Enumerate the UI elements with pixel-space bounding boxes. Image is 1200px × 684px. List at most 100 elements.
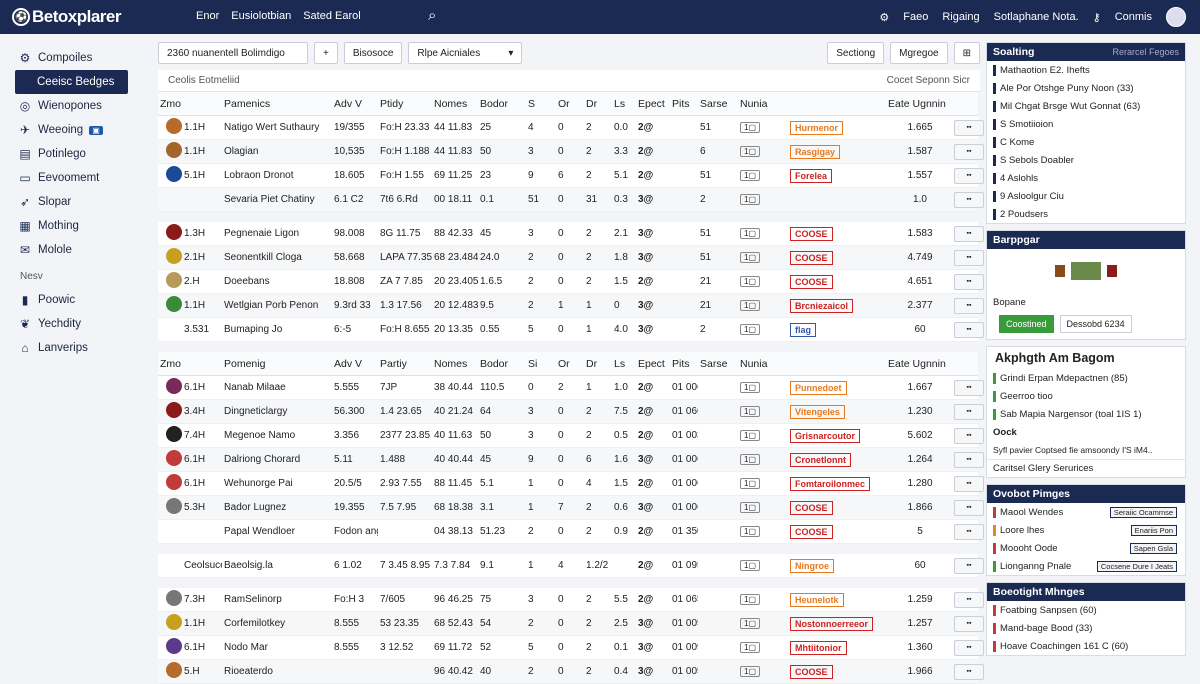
top-nav-item[interactable]: Sated Earol [303,10,360,22]
header-cell[interactable]: Pits [670,98,698,110]
grid-icon[interactable]: ⊞ [953,42,980,64]
type-dropdown[interactable]: Rlpe Aicniales ▾ [408,42,523,64]
row-action-button[interactable]: ▪▪ [954,119,984,136]
cell-team[interactable]: Doeebans [222,276,332,287]
table-row[interactable]: 5.3H Bador Lugnez 19.355 7.5 7.95 68 18.38 3.… [158,496,984,520]
subbar-right[interactable]: Cocet Seponn Sicr [887,75,970,86]
row-action-button[interactable]: ▪▪ [954,321,984,338]
row-action-button[interactable]: ▪▪ [954,167,984,184]
table-row[interactable]: 6.1H Wehunorge Pai 20.5/5 2.93 7.55 88 11.45… [158,472,984,496]
table-row[interactable]: 1.1H Corfemilotkey 8.555 53 23.35 68 52.43 54… [158,612,984,636]
cell-team[interactable]: Dalriong Chorard [222,454,332,465]
row-action-button[interactable]: ▪▪ [954,639,984,656]
header-cell[interactable]: Zmo [158,358,182,370]
row-action-button[interactable]: ▪▪ [954,143,984,160]
cell-team[interactable]: RamSelinorp [222,594,332,605]
table-icon[interactable]: 1▢ [740,170,761,181]
standings-item[interactable]: S Smotiioion [987,115,1185,133]
cell-team[interactable]: Pegnenaie Ligon [222,228,332,239]
cell-team[interactable]: Natigo Wert Suthaury [222,122,332,133]
gear-icon[interactable]: ⚙ [879,11,889,24]
top-link[interactable]: Conmis [1115,11,1152,23]
table-row[interactable]: 1.1H Natigo Wert Suthaury 19/355 Fo:H 23.33… [158,116,984,140]
cell-team[interactable]: Wehunorge Pai [222,478,332,489]
sidebar-item[interactable]: ▦ Mothing [0,214,152,238]
header-cell[interactable]: Nomes [432,358,478,370]
change-item[interactable]: Mand-bage Bood (33) [987,619,1185,637]
top-nav-item[interactable]: Enor [196,10,219,22]
sidebar-item[interactable]: ✈ Weeoing ▣ [0,118,152,142]
top-link[interactable]: Faeo [903,11,928,23]
header-cell[interactable]: Epect [636,358,670,370]
row-action-button[interactable]: ▪▪ [954,403,984,420]
sidebar-item[interactable]: ✉ Molole [0,238,152,262]
alert-item[interactable]: Sab Mapia Nargensor (toal 1IS 1) [987,405,1185,423]
top-link[interactable]: Rigaing [942,11,979,23]
key-icon[interactable]: ⚷ [1093,11,1101,24]
row-action-button[interactable]: ▪▪ [954,225,984,242]
row-action-button[interactable]: ▪▪ [954,191,984,208]
alert-item[interactable]: Geerroo tioo [987,387,1185,405]
brand-logo[interactable]: ⚽ Betoxplarer [12,7,121,27]
row-action-button[interactable]: ▪▪ [954,499,984,516]
cell-team[interactable]: Bumaping Jo [222,324,332,335]
table-icon[interactable]: 1▢ [740,618,761,629]
header-cell[interactable]: Pits [670,358,698,370]
standings-item[interactable]: Mil Chgat Brsge Wut Gonnat (63) [987,97,1185,115]
standings-item[interactable]: Ale Por Otshge Puny Noon (33) [987,79,1185,97]
cell-team[interactable]: Bador Lugnez [222,502,332,513]
manage-button[interactable]: Mgregoe [890,42,948,64]
header-cell[interactable]: Eate Ugnnin [886,358,952,370]
card-footer-link[interactable]: Caritsel Glery Serurices [987,459,1185,477]
row-action-button[interactable]: ▪▪ [954,451,984,468]
cell-team[interactable]: Nanab Milaae [222,382,332,393]
table-row[interactable]: 2.H Doeebans 18.808 ZA 7 7.85 20 23.405 1.6.5… [158,270,984,294]
header-cell[interactable]: Zmo [158,98,182,110]
table-row[interactable]: 3.531 Bumaping Jo 6:-5 Fo:H 8.655 20 13.35 0.… [158,318,984,342]
top-nav-item[interactable]: Eusiolotbian [231,10,291,22]
header-cell[interactable]: Dr [584,358,612,370]
header-cell[interactable]: Nunia [738,98,788,110]
table-row[interactable]: 7.3H RamSelinorp Fo:H 3 7/605 96 46.25 75 3 0 2 5… [158,588,984,612]
header-cell[interactable]: Bodor [478,358,526,370]
standings-item[interactable]: C Kome [987,133,1185,151]
add-button[interactable]: + [314,42,338,64]
table-icon[interactable]: 1▢ [740,382,761,393]
table-icon[interactable]: 1▢ [740,146,761,157]
cell-team[interactable]: Lobraon Dronot [222,170,332,181]
change-item[interactable]: Hoave Coachingen 161 C (60) [987,637,1185,655]
header-cell[interactable]: Bodor [478,98,526,110]
sidebar-item[interactable]: ▮ Poowic [0,288,152,312]
tab-combined[interactable]: Coostined [999,315,1054,333]
sidebar-item[interactable]: ⚙ Compoiles [0,46,152,70]
sidebar-item[interactable]: ▤ Potinlego [0,142,152,166]
row-action-button[interactable]: ▪▪ [954,273,984,290]
header-cell[interactable]: Pomenig [222,358,332,370]
item-chip[interactable]: Cocsene Dure I Jeats [1096,560,1177,572]
table-icon[interactable]: 1▢ [740,276,761,287]
cell-team[interactable]: Wetlgian Porb Penon [222,300,332,311]
table-icon[interactable]: 1▢ [740,252,761,263]
table-icon[interactable]: 1▢ [740,478,761,489]
table-row[interactable]: Ceolsuce Baeolsig.la 6 1.02 7 3.45 8.95 7.3 … [158,554,984,578]
card-subtitle[interactable]: Rerarcel Fegoes [1112,47,1179,57]
sidebar-item[interactable]: ▭ Eevoomemt [0,166,152,190]
table-icon[interactable]: 1▢ [740,594,761,605]
top-link[interactable]: Sotlaphane Nota. [994,11,1079,23]
header-cell[interactable]: Pamenics [222,98,332,110]
header-cell[interactable]: Si [526,358,556,370]
table-icon[interactable]: 1▢ [740,526,761,537]
standings-item[interactable]: Mathaotion E2. Ihefts [987,61,1185,79]
avatar[interactable] [1166,7,1186,27]
table-row[interactable]: 7.4H Megenoe Namo 3.356 2377 23.85 40 11.63 5… [158,424,984,448]
header-cell[interactable]: Ptidy [378,98,432,110]
table-row[interactable]: 6.1H Nanab Milaae 5.555 7JP 38 40.44 110.5 0 2 1… [158,376,984,400]
update-item[interactable]: Loore lhes Enariis Pon [987,521,1185,539]
cell-team[interactable]: Sevaria Piet Chatiny [222,194,332,205]
table-row[interactable]: 1.1H Olagian 10,535 Fo:H 1.188 44 11.83 50 3 0 2… [158,140,984,164]
table-icon[interactable]: 1▢ [740,560,761,571]
header-cell[interactable]: Dr [584,98,612,110]
header-cell[interactable]: Or [556,98,584,110]
standings-item[interactable]: 2 Poudsers [987,205,1185,223]
table-icon[interactable]: 1▢ [740,502,761,513]
